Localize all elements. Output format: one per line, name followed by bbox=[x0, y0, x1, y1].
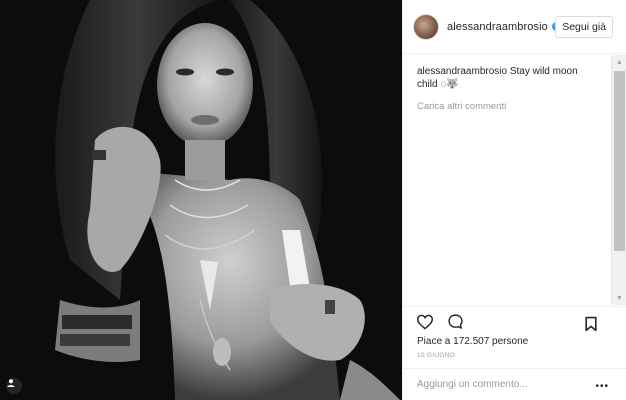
person-icon bbox=[7, 379, 15, 387]
scroll-down-arrow[interactable]: ▼ bbox=[612, 291, 626, 305]
post-photo[interactable] bbox=[0, 0, 402, 400]
instagram-post-modal: alessandraambrosio Segui già alessandraa… bbox=[0, 0, 626, 400]
username-link[interactable]: alessandraambrosio bbox=[447, 21, 548, 33]
comments-scrollbar[interactable]: ▲ ▼ bbox=[611, 55, 626, 305]
load-more-comments-link[interactable]: Carica altri commenti bbox=[417, 101, 597, 112]
post-actions bbox=[403, 306, 626, 336]
photo-illustration bbox=[0, 0, 402, 400]
more-options-icon[interactable]: ••• bbox=[595, 381, 609, 392]
post-side-panel: alessandraambrosio Segui già alessandraa… bbox=[402, 0, 626, 400]
likes-count[interactable]: Piace a 172.507 persone bbox=[417, 336, 528, 347]
bookmark-icon[interactable] bbox=[581, 314, 601, 334]
caption-username[interactable]: alessandraambrosio bbox=[417, 66, 507, 77]
heart-icon[interactable] bbox=[415, 312, 435, 332]
post-caption: alessandraambrosio Stay wild moon child … bbox=[417, 65, 597, 91]
comment-input[interactable] bbox=[417, 379, 587, 390]
tagged-user-icon[interactable] bbox=[6, 378, 22, 394]
scroll-thumb[interactable] bbox=[614, 71, 625, 251]
post-date: 10 GIUGNO bbox=[417, 352, 456, 359]
comments-section: alessandraambrosio Stay wild moon child … bbox=[403, 55, 611, 305]
scroll-up-arrow[interactable]: ▲ bbox=[612, 55, 626, 69]
post-header: alessandraambrosio Segui già bbox=[403, 0, 626, 54]
following-button[interactable]: Segui già bbox=[555, 16, 613, 38]
comment-icon[interactable] bbox=[445, 312, 465, 332]
avatar[interactable] bbox=[413, 13, 439, 40]
add-comment-bar: ••• bbox=[403, 368, 626, 400]
